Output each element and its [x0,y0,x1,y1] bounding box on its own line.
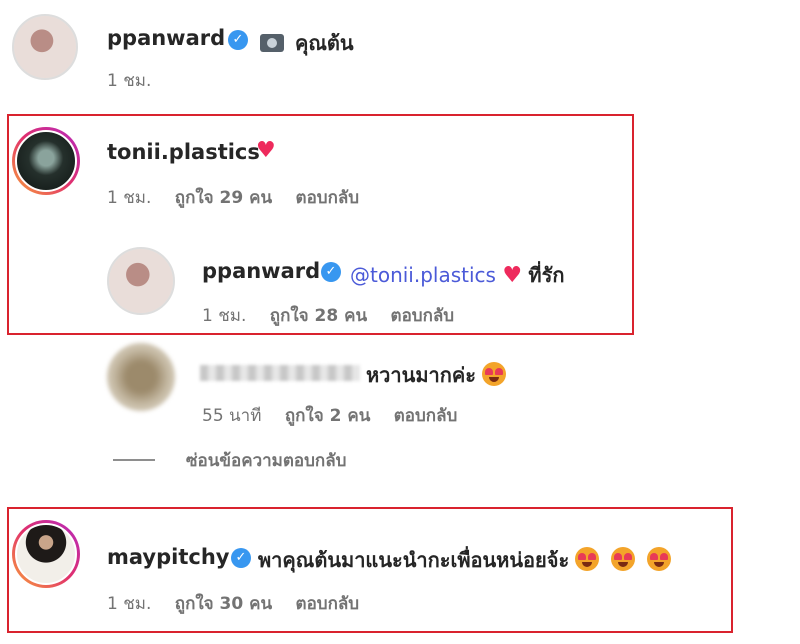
username-blurred[interactable] [200,365,360,381]
comment-text: @tonii.plastics ♥ ที่รัก [350,259,564,291]
heart-eyes-emoji-icon [575,547,600,571]
mention-link[interactable]: @tonii.plastics [350,263,496,287]
heart-eyes-emoji-icon [481,362,506,386]
comment-meta: 1 ชม. [107,67,169,94]
username[interactable]: maypitchy [107,545,229,569]
verified-badge-icon: ✓ [231,548,251,568]
comment-meta: 1 ชม. ถูกใจ 28 คน ตอบกลับ [202,302,472,329]
likes-count[interactable]: ถูกใจ 30 คน [175,594,272,614]
timestamp: 55 นาที [202,406,262,426]
comment-text: หวานมากค่ะ [366,359,506,391]
heart-icon: ♥ [256,138,276,163]
reply-button[interactable]: ตอบกลับ [391,306,455,326]
comment-meta: 55 นาที ถูกใจ 2 คน ตอบกลับ [202,402,475,429]
comment-text: ♥ [256,138,276,163]
username[interactable]: tonii.plastics [107,140,260,164]
comment-text: คุณต้น [256,27,354,59]
reply-button[interactable]: ตอบกลับ [296,188,360,208]
likes-count[interactable]: ถูกใจ 2 คน [285,406,371,426]
avatar-blurred[interactable] [107,343,175,411]
reply-button[interactable]: ตอบกลับ [394,406,458,426]
heart-icon: ♥ [502,263,523,288]
heart-eyes-emoji-icon [647,547,672,571]
comment-meta: 1 ชม. ถูกใจ 30 คน ตอบกลับ [107,590,377,617]
camera-icon [260,34,284,52]
avatar-ppanward[interactable] [107,247,175,315]
likes-count[interactable]: ถูกใจ 28 คน [270,306,367,326]
likes-count[interactable]: ถูกใจ 29 คน [175,188,272,208]
reply-button[interactable]: ตอบกลับ [296,594,360,614]
hide-replies-line [113,459,155,461]
heart-eyes-emoji-icon [611,547,636,571]
timestamp: 1 ชม. [107,71,152,91]
comment-meta: 1 ชม. ถูกใจ 29 คน ตอบกลับ [107,184,377,211]
username[interactable]: ppanward [202,259,320,283]
avatar-tonii-plastics[interactable] [12,127,80,195]
timestamp: 1 ชม. [202,306,247,326]
comment-text: พาคุณต้นมาแนะนำกะเพื่อนหน่อยจ้ะ [258,544,672,576]
verified-badge-icon: ✓ [228,30,248,50]
avatar-ppanward[interactable] [12,14,78,80]
timestamp: 1 ชม. [107,188,152,208]
avatar-maypitchy[interactable] [12,520,80,588]
reply-text: ที่รัก [528,263,565,287]
username[interactable]: ppanward [107,26,225,50]
timestamp: 1 ชม. [107,594,152,614]
hide-replies-button[interactable]: ซ่อนข้อความตอบกลับ [186,447,346,474]
verified-badge-icon: ✓ [321,262,341,282]
